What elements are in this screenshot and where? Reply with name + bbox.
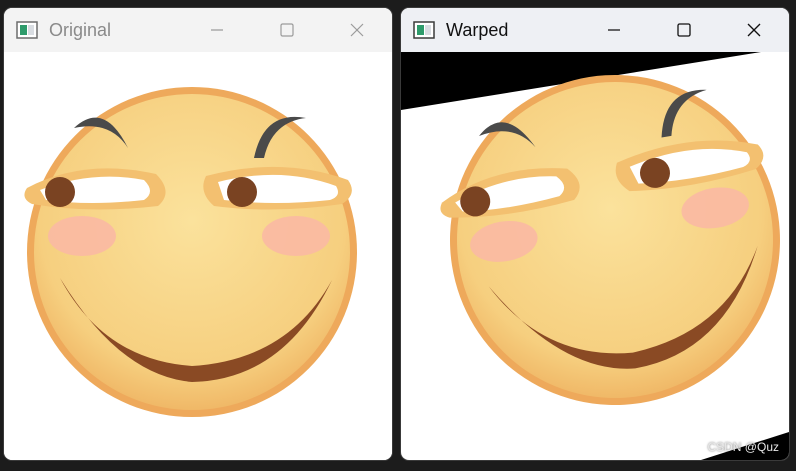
minimize-icon xyxy=(211,29,223,31)
maximize-icon xyxy=(677,23,691,37)
watermark: CSDN @Quz xyxy=(707,440,779,454)
original-window[interactable]: Original xyxy=(4,8,392,460)
original-image-view xyxy=(4,52,392,460)
window-title-warped: Warped xyxy=(446,19,509,40)
window-controls-warped xyxy=(579,8,789,52)
minimize-icon xyxy=(608,29,620,31)
close-button-warped[interactable] xyxy=(719,8,789,52)
emoji-image xyxy=(24,87,357,417)
warped-image-view: CSDN @Quz xyxy=(401,52,789,460)
warped-emoji-image xyxy=(401,52,789,460)
close-icon xyxy=(747,23,761,37)
close-icon xyxy=(350,23,364,37)
maximize-button-warped[interactable] xyxy=(649,8,719,52)
app-window-icon xyxy=(413,21,435,39)
window-title-original: Original xyxy=(49,19,112,40)
maximize-button-original[interactable] xyxy=(252,8,322,52)
minimize-button-original[interactable] xyxy=(182,8,252,52)
close-button-original[interactable] xyxy=(322,8,392,52)
titlebar-original[interactable]: Original xyxy=(4,8,392,52)
warped-window[interactable]: Warped CSDN @Quz xyxy=(401,8,789,460)
titlebar-warped[interactable]: Warped xyxy=(401,8,789,52)
minimize-button-warped[interactable] xyxy=(579,8,649,52)
maximize-icon xyxy=(280,23,294,37)
window-controls-original xyxy=(182,8,392,52)
app-window-icon xyxy=(16,21,38,39)
